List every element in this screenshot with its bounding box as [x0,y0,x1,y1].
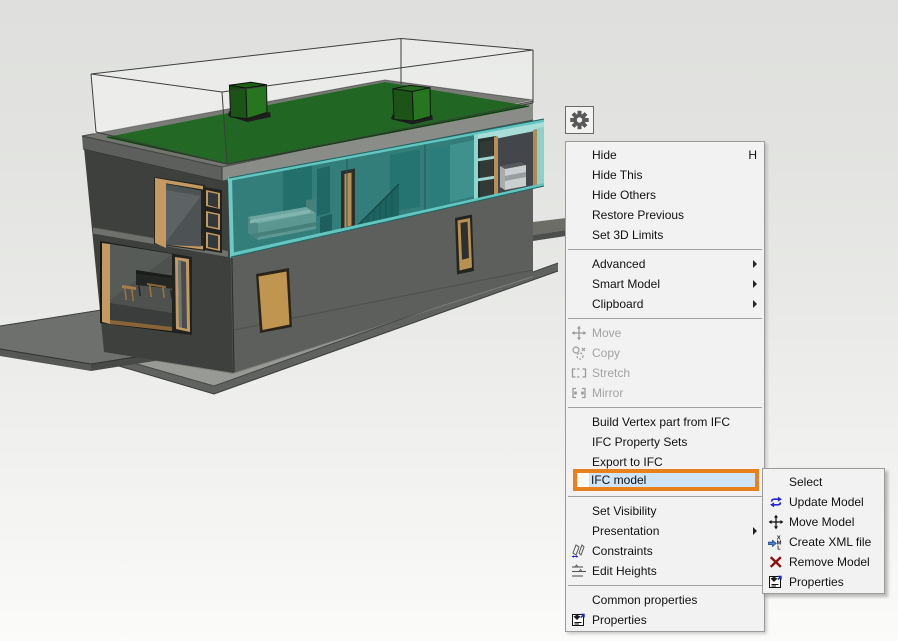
svg-text:L: L [777,545,781,550]
